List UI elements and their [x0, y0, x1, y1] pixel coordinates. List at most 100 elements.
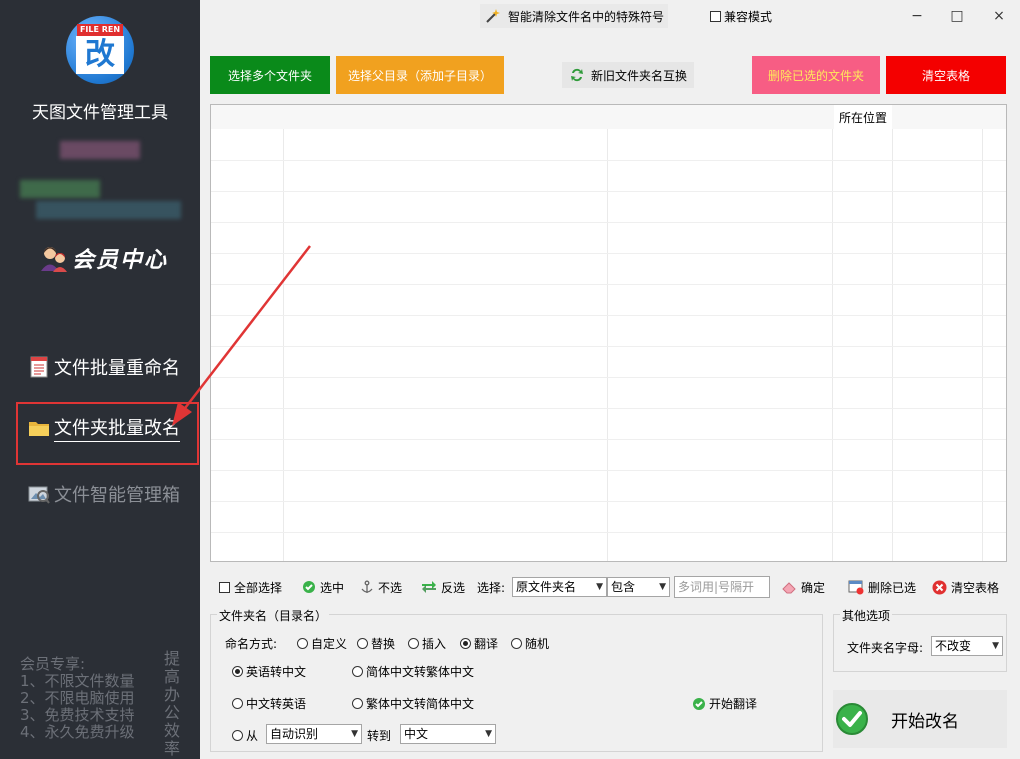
feature-title[interactable]: 智能清除文件名中的特殊符号	[480, 4, 668, 28]
operator-select[interactable]: 包含 ▼	[607, 577, 670, 597]
from-option[interactable]: 从	[232, 727, 258, 744]
field-select-value: 原文件夹名	[516, 580, 577, 594]
from-label: 从	[246, 729, 259, 743]
radio[interactable]	[232, 730, 243, 741]
perk-item: 4、永久免费升级	[20, 723, 135, 741]
mode-replace[interactable]: 替换	[357, 635, 395, 652]
radio[interactable]	[408, 638, 419, 649]
clear-table-small-label: 清空表格	[951, 580, 1000, 595]
check-label: 选中	[320, 580, 345, 595]
app-title: 天图文件管理工具	[32, 103, 168, 123]
check-button[interactable]: 选中	[302, 574, 344, 600]
delete-selected-folders-button[interactable]: 删除已选的文件夹	[752, 56, 880, 94]
radio[interactable]	[352, 666, 363, 677]
field-select[interactable]: 原文件夹名 ▼	[512, 577, 607, 597]
delete-checked-button[interactable]: 删除已选	[848, 574, 916, 600]
swap-names-label: 新旧文件夹名互换	[590, 68, 687, 83]
annotation-highlight-box	[16, 402, 199, 465]
perk-item: 3、免费技术支持	[20, 706, 135, 724]
check-circle-icon	[693, 697, 705, 710]
mode-custom-label: 自定义	[311, 637, 348, 651]
start-rename-button[interactable]: 开始改名	[833, 690, 1007, 748]
radio[interactable]	[511, 638, 522, 649]
mode-insert[interactable]: 插入	[408, 635, 446, 652]
compat-label: 兼容模式	[724, 10, 773, 24]
nav-file-smart-manager[interactable]: 文件智能管理箱	[28, 479, 180, 509]
translate-en-to-zh[interactable]: 英语转中文	[232, 663, 306, 680]
chevron-down-icon: ▼	[659, 582, 666, 592]
magic-wand-icon	[486, 9, 500, 23]
compat-mode-toggle[interactable]: 兼容模式	[710, 8, 772, 25]
confirm-label: 确定	[801, 580, 826, 595]
keyword-input[interactable]: 多词用|号隔开	[674, 576, 770, 598]
invert-button[interactable]: 反选	[421, 574, 465, 600]
close-circle-icon	[932, 580, 947, 594]
maximize-button[interactable]: □	[946, 6, 968, 26]
radio[interactable]	[357, 638, 368, 649]
chevron-down-icon: ▼	[485, 729, 492, 739]
select-all-checkbox[interactable]	[219, 581, 230, 593]
check-circle-icon	[836, 703, 868, 735]
member-perks: 会员专享: 1、不限文件数量 2、不限电脑使用 3、免费技术支持 4、永久免费升…	[20, 656, 135, 741]
radio[interactable]	[352, 698, 363, 709]
member-icon	[41, 247, 67, 272]
to-language-select[interactable]: 中文 ▼	[400, 724, 496, 744]
swap-names-button[interactable]: 新旧文件夹名互换	[562, 62, 694, 88]
blurred-username	[60, 141, 140, 159]
confirm-button[interactable]: 确定	[781, 574, 825, 600]
clear-table-button[interactable]: 清空表格	[886, 56, 1006, 94]
mode-random[interactable]: 随机	[511, 635, 549, 652]
translate-zh-to-en[interactable]: 中文转英语	[232, 695, 306, 712]
translate-simp-to-trad[interactable]: 简体中文转繁体中文	[352, 663, 474, 680]
select-all-toggle[interactable]: 全部选择	[219, 574, 282, 600]
translate-option-label: 简体中文转繁体中文	[366, 665, 475, 679]
radio-selected[interactable]	[232, 666, 243, 677]
image-manager-icon	[28, 486, 50, 504]
case-label: 文件夹名字母:	[847, 641, 924, 655]
mode-random-label: 随机	[525, 637, 550, 651]
compat-checkbox[interactable]	[710, 11, 721, 22]
member-center-link[interactable]: 会员中心	[40, 240, 180, 276]
clear-table-small-button[interactable]: 清空表格	[932, 574, 999, 600]
invert-label: 反选	[441, 580, 466, 595]
invert-icon	[422, 581, 436, 593]
uncheck-button[interactable]: 不选	[360, 574, 402, 600]
from-language-select[interactable]: 自动识别 ▼	[266, 724, 362, 744]
radio[interactable]	[232, 698, 243, 709]
other-options-group: 其他选项 文件夹名字母: 不改变 ▼	[833, 607, 1007, 672]
column-header-location[interactable]: 所在位置	[834, 105, 892, 129]
chevron-down-icon: ▼	[351, 729, 358, 739]
nav-label: 文件智能管理箱	[54, 485, 180, 506]
member-center-label: 会员中心	[72, 247, 169, 273]
slogan: 提高办公效率	[164, 649, 181, 758]
start-translate-label: 开始翻译	[709, 697, 758, 711]
mode-translate-label: 翻译	[474, 637, 499, 651]
mode-translate[interactable]: 翻译	[460, 635, 498, 652]
minimize-button[interactable]: −	[906, 6, 928, 26]
blurred-status	[20, 180, 100, 198]
mode-custom[interactable]: 自定义	[297, 635, 347, 652]
eraser-icon	[782, 582, 796, 594]
case-select-value: 不改变	[935, 639, 972, 653]
to-label: 转到	[367, 729, 392, 743]
translate-option-label: 中文转英语	[246, 697, 307, 711]
naming-group-title: 文件夹名（目录名）	[217, 607, 330, 624]
other-options-title: 其他选项	[840, 607, 893, 624]
start-rename-label: 开始改名	[891, 711, 959, 732]
folder-table[interactable]: 所在位置	[210, 104, 1007, 562]
nav-file-batch-rename[interactable]: 文件批量重命名	[28, 352, 180, 382]
perk-item: 2、不限电脑使用	[20, 689, 135, 707]
select-label: 选择:	[477, 580, 506, 595]
chevron-down-icon: ▼	[596, 582, 603, 592]
delete-window-icon	[848, 580, 864, 595]
close-button[interactable]: ×	[988, 6, 1010, 26]
select-multiple-folders-button[interactable]: 选择多个文件夹	[210, 56, 330, 94]
translate-trad-to-simp[interactable]: 繁体中文转简体中文	[352, 695, 474, 712]
radio[interactable]	[297, 638, 308, 649]
case-select[interactable]: 不改变 ▼	[931, 636, 1003, 656]
start-translate-button[interactable]: 开始翻译	[692, 695, 757, 712]
radio-selected[interactable]	[460, 638, 471, 649]
swap-icon	[570, 68, 583, 82]
mode-label: 命名方式:	[225, 637, 278, 651]
select-parent-dir-button[interactable]: 选择父目录（添加子目录）	[336, 56, 504, 94]
